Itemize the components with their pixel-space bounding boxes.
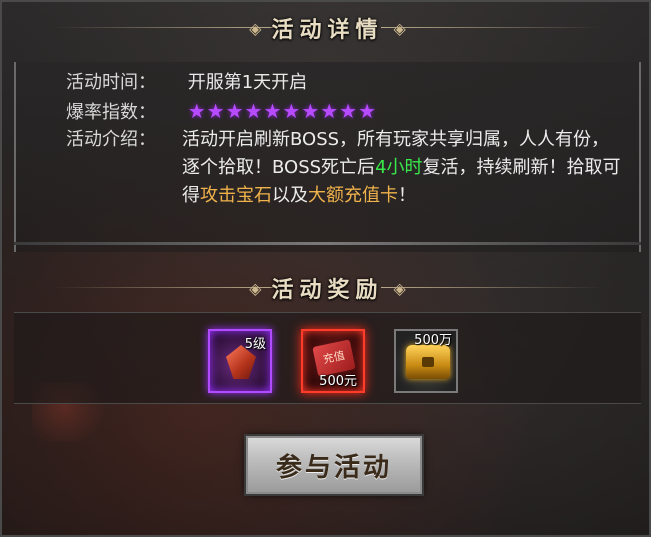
reward-item-recharge-card[interactable]: 充值 500元 <box>301 329 365 393</box>
ornament-icon: ◈ <box>249 278 262 298</box>
rewards-strip: 5级 充值 500元 500万 <box>14 312 641 404</box>
header-rule-right <box>381 27 601 28</box>
reward-item-gold-chest[interactable]: 500万 <box>394 329 458 393</box>
intro-highlight-card: 大额充值卡 <box>308 185 398 206</box>
header-rule-left <box>54 287 274 288</box>
intro-part: ！ <box>398 185 416 206</box>
join-activity-button[interactable]: 参与活动 <box>246 436 422 494</box>
reward-badge: 500万 <box>414 333 452 348</box>
details-header: ◈ 活动详情 ◈ <box>14 10 641 46</box>
time-row: 活动时间： 开服第1天开启 <box>66 70 307 96</box>
rewards-title: 活动奖励 <box>271 277 384 303</box>
section-divider <box>14 242 641 245</box>
join-activity-label: 参与活动 <box>275 452 392 483</box>
reward-badge: 5级 <box>244 337 266 352</box>
intro-part: 以及 <box>272 185 308 206</box>
reward-item-attack-gem[interactable]: 5级 <box>208 329 272 393</box>
ornament-icon: ◈ <box>393 278 406 298</box>
reward-badge: 500元 <box>319 374 357 389</box>
rewards-header: ◈ 活动奖励 ◈ <box>14 270 641 306</box>
intro-highlight-time: 4小时 <box>375 157 423 178</box>
rate-label: 爆率指数： <box>66 102 156 123</box>
time-label: 活动时间： <box>66 72 156 93</box>
details-content: 活动时间： 开服第1天开启 爆率指数： ★★★★★★★★★★ 活动介绍： 活动开… <box>14 62 641 252</box>
intro-highlight-gem: 攻击宝石 <box>200 185 272 206</box>
rate-stars: ★★★★★★★★★★ <box>187 99 378 123</box>
gold-chest-icon <box>406 345 450 379</box>
intro-label: 活动介绍： <box>66 129 156 150</box>
activity-panel: ◈ 活动详情 ◈ 活动时间： 开服第1天开启 爆率指数： ★★★★★★★★★★ … <box>0 0 651 537</box>
ornament-icon: ◈ <box>249 18 262 38</box>
header-rule-right <box>381 287 601 288</box>
intro-text: 活动开启刷新BOSS，所有玩家共享归属，人人有份，逐个拾取！BOSS死亡后4小时… <box>182 126 622 210</box>
details-title: 活动详情 <box>271 17 384 43</box>
ornament-icon: ◈ <box>393 18 406 38</box>
header-rule-left <box>54 27 274 28</box>
time-value: 开服第1天开启 <box>187 72 308 93</box>
rate-row: 爆率指数： ★★★★★★★★★★ <box>66 98 377 126</box>
